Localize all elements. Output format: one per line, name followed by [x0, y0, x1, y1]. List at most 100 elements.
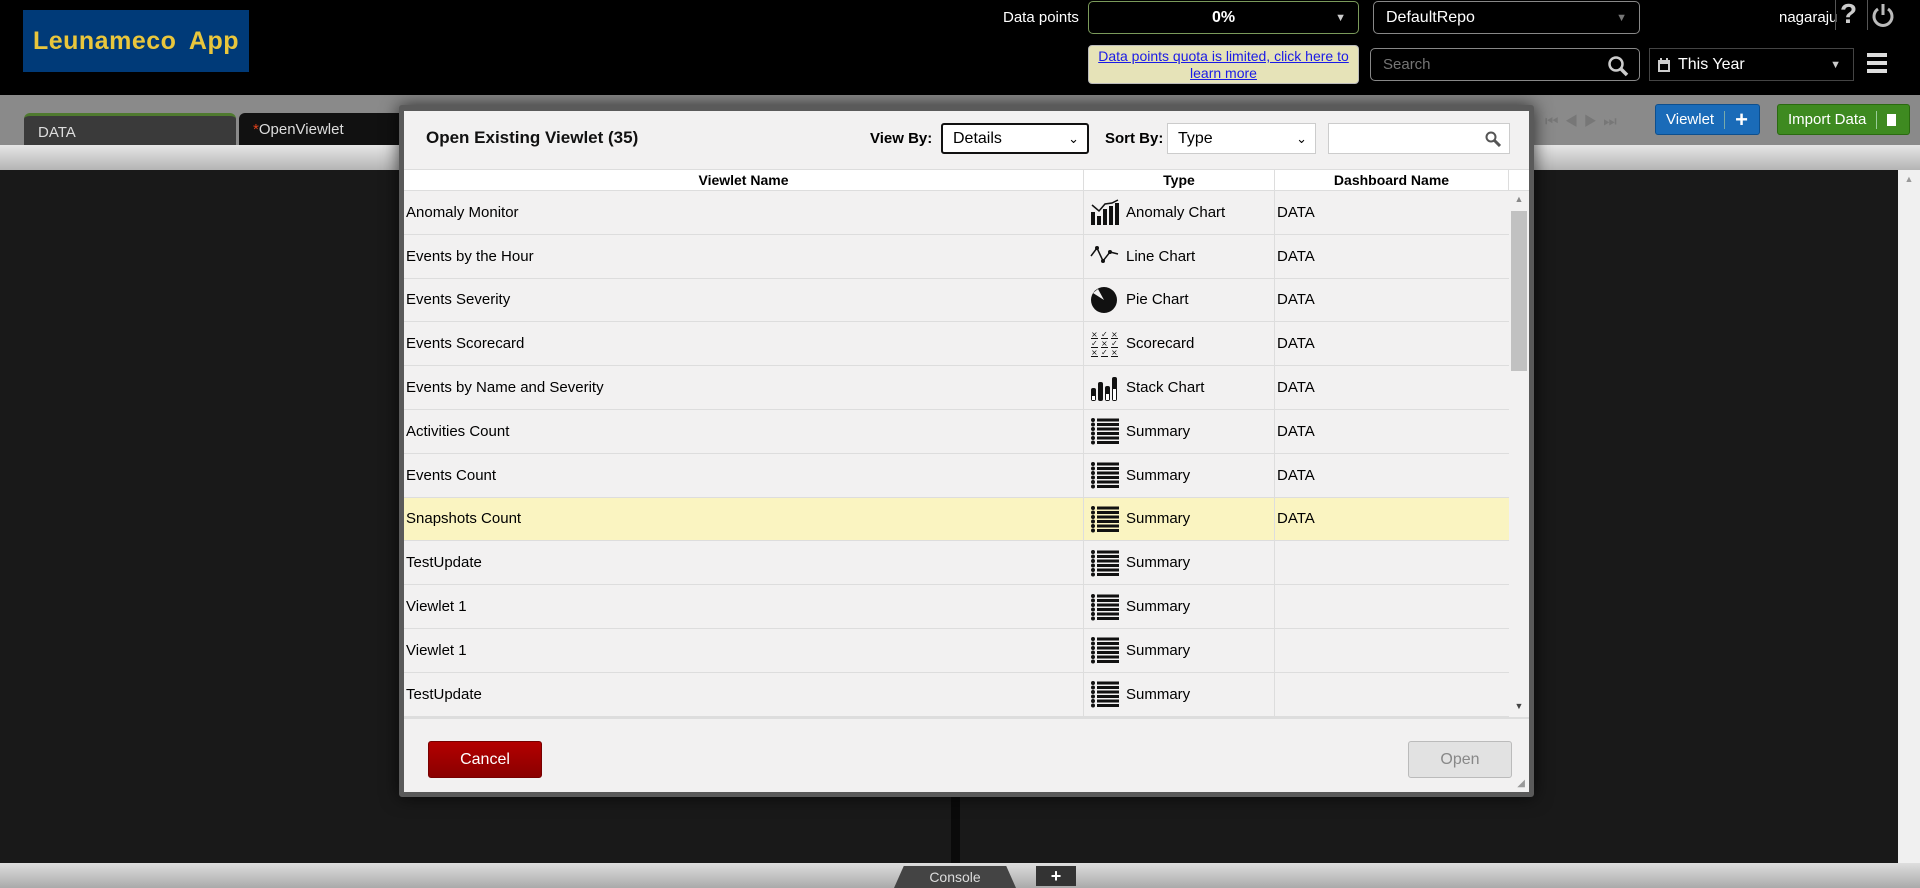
scroll-up-arrow[interactable]: ▲	[1509, 194, 1529, 204]
viewlet-name-cell: Events Count	[404, 453, 1084, 497]
search-input[interactable]	[1383, 56, 1583, 73]
type-label: Anomaly Chart	[1126, 203, 1226, 221]
import-data-button[interactable]: Import Data	[1777, 104, 1910, 135]
type-label: Summary	[1126, 510, 1191, 528]
line-chart-icon	[1090, 246, 1119, 264]
summary-icon	[1091, 637, 1119, 664]
viewlet-name-cell: Events Scorecard	[404, 322, 1084, 366]
table-row[interactable]: TestUpdate Summary	[404, 672, 1509, 717]
column-header-dashboard[interactable]: Dashboard Name	[1275, 170, 1509, 190]
column-header-name[interactable]: Viewlet Name	[404, 170, 1084, 190]
dashboard-cell: DATA	[1277, 247, 1315, 265]
app-logo: Leunameco App	[23, 10, 249, 72]
time-range-select[interactable]: This Year ▼	[1649, 48, 1854, 81]
type-cell: × ✓ × ✓ × ✓ × ✓ × Scorecard	[1084, 322, 1275, 366]
column-header-type[interactable]: Type	[1084, 170, 1275, 190]
data-points-value: 0%	[1211, 8, 1236, 26]
table-row[interactable]: Viewlet 1 Summary	[404, 585, 1509, 629]
summary-icon	[1091, 418, 1119, 445]
type-cell: Summary	[1084, 453, 1275, 497]
sort-by-select[interactable]: Type ⌄	[1167, 123, 1316, 154]
sort-by-value: Type	[1178, 129, 1213, 147]
summary-icon	[1091, 505, 1119, 533]
summary-icon	[1091, 593, 1119, 621]
table-body: Anomaly Monitor Anomaly Chart DATA Events b…	[404, 191, 1529, 717]
data-points-select[interactable]: 0% ▼	[1088, 1, 1359, 34]
help-icon[interactable]: ?	[1840, 0, 1857, 30]
data-points-label: Data points	[1003, 9, 1079, 26]
console-tab[interactable]: Console	[894, 866, 1016, 888]
search-box[interactable]	[1370, 48, 1640, 81]
type-cell: Summary	[1084, 628, 1275, 672]
top-header: Leunameco App Data points 0% ▼ DefaultRep…	[0, 0, 1920, 95]
hamburger-menu-icon[interactable]	[1867, 53, 1887, 73]
table-row[interactable]: Snapshots Count Summary DATA	[404, 497, 1509, 542]
bottom-bar: Console +	[0, 863, 1920, 888]
tab-navigation-arrows[interactable]: ⏮◀▶⏭	[1545, 113, 1623, 130]
type-label: Summary	[1126, 554, 1191, 572]
type-cell: Line Chart	[1084, 234, 1275, 278]
dialog-title: Open Existing Viewlet (35)	[426, 128, 639, 147]
dashboard-cell: DATA	[1277, 510, 1315, 528]
svg-text:×: ×	[1111, 330, 1118, 339]
viewlet-name-cell: Viewlet 1	[404, 585, 1084, 628]
table-row[interactable]: Events Count Summary DATA	[404, 453, 1509, 498]
table-row[interactable]: TestUpdate Summary	[404, 541, 1509, 586]
cancel-button[interactable]: Cancel	[428, 741, 542, 778]
type-cell: Summary	[1084, 409, 1275, 453]
add-panel-button[interactable]: +	[1036, 866, 1076, 886]
panel-splitter[interactable]	[951, 797, 960, 863]
dashboard-cell	[1275, 629, 1489, 672]
viewlet-name-cell: Anomaly Monitor	[404, 191, 1084, 234]
table-row[interactable]: Events by the Hour Line Chart DATA	[404, 234, 1509, 279]
table-row[interactable]: Events Scorecard × ✓ × ✓ × ✓ × ✓ × Scorecard DATA	[404, 322, 1509, 367]
type-cell: Summary	[1084, 541, 1275, 585]
type-cell: Stack Chart	[1084, 366, 1275, 409]
table-row[interactable]: Activities Count Summary DATA	[404, 409, 1509, 454]
repo-select[interactable]: DefaultRepo ▼	[1373, 1, 1640, 34]
scrollbar-thumb[interactable]	[1511, 211, 1527, 371]
scorecard-icon: × ✓ ×✓ × ✓× ✓ ×	[1091, 330, 1118, 357]
table-row[interactable]: Events Severity Pie Chart DATA	[404, 278, 1509, 323]
filter-input[interactable]	[1328, 123, 1510, 154]
repo-value: DefaultRepo	[1386, 8, 1475, 26]
viewlet-name-cell: Events by Name and Severity	[404, 366, 1084, 409]
scroll-down-arrow[interactable]: ▼	[1509, 701, 1529, 711]
console-label: Console	[929, 869, 981, 885]
table-row[interactable]: Viewlet 1 Summary	[404, 628, 1509, 673]
open-viewlet-dialog: Open Existing Viewlet (35) View By: Deta…	[399, 105, 1534, 797]
type-label: Stack Chart	[1126, 379, 1205, 397]
quota-notice[interactable]: Data points quota is limited, click here…	[1088, 45, 1359, 84]
chevron-down-icon: ⌄	[1296, 130, 1307, 146]
view-by-value: Details	[953, 129, 1002, 147]
summary-icon	[1091, 462, 1119, 489]
type-label: Pie Chart	[1126, 291, 1189, 309]
viewlet-name-cell: Viewlet 1	[404, 628, 1084, 672]
svg-text:✓: ✓	[1091, 339, 1098, 348]
tab-data[interactable]: DATA	[24, 113, 236, 145]
table-row[interactable]: Events by Name and Severity Stack Chart DA…	[404, 366, 1509, 410]
summary-icon	[1091, 549, 1119, 577]
open-button[interactable]: Open	[1408, 741, 1512, 778]
svg-text:×: ×	[1111, 348, 1118, 357]
time-range-value: This Year	[1678, 55, 1745, 73]
dashboard-cell: DATA	[1277, 335, 1315, 353]
chevron-down-icon: ⌄	[1068, 130, 1079, 146]
dashboard-cell	[1275, 585, 1489, 628]
type-cell: Summary	[1084, 497, 1275, 541]
svg-text:✓: ✓	[1101, 348, 1108, 357]
add-viewlet-button[interactable]: Viewlet +	[1655, 104, 1760, 135]
table-scrollbar[interactable]: ▲ ▼	[1509, 191, 1529, 717]
tab-openviewlet[interactable]: *OpenViewlet	[239, 113, 409, 145]
quota-link[interactable]: Data points quota is limited, click here…	[1098, 48, 1349, 81]
svg-text:✓: ✓	[1111, 339, 1118, 348]
power-icon[interactable]	[1871, 3, 1895, 29]
import-icon	[1887, 113, 1897, 126]
view-by-select[interactable]: Details ⌄	[941, 123, 1089, 154]
dashboard-cell	[1275, 541, 1489, 584]
page-scrollbar[interactable]: ▲	[1898, 170, 1920, 863]
resize-handle-icon[interactable]: ◢	[1517, 778, 1525, 789]
table-row[interactable]: Anomaly Monitor Anomaly Chart DATA	[404, 191, 1509, 235]
caret-down-icon: ▼	[1830, 58, 1841, 71]
search-icon[interactable]	[1607, 55, 1629, 77]
